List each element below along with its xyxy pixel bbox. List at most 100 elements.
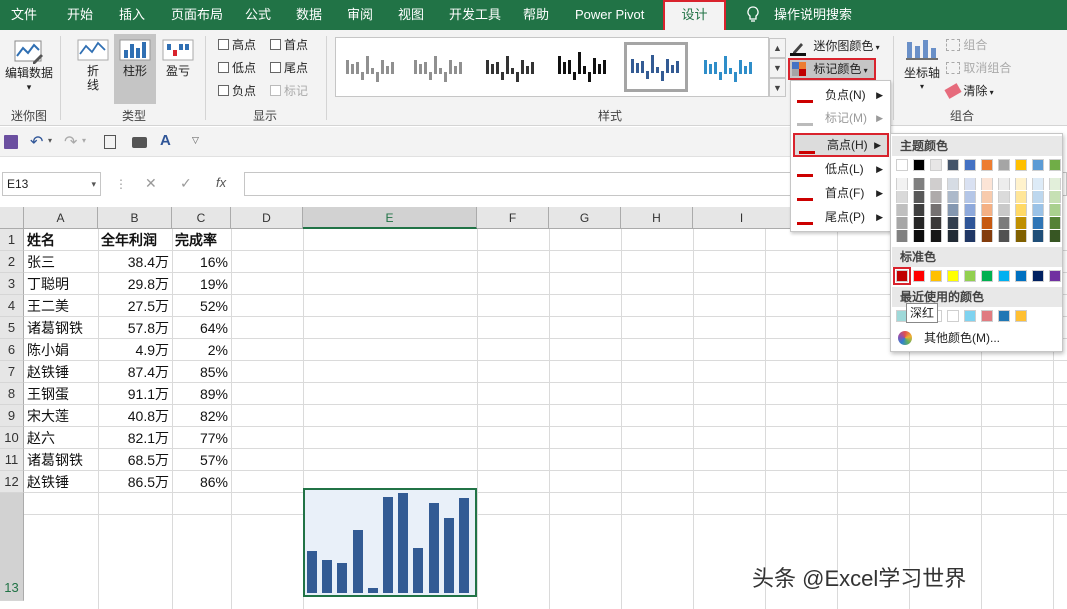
last-point-checkbox[interactable]: 尾点 (270, 60, 308, 76)
theme-color-swatch[interactable] (998, 159, 1010, 171)
data-cell-name[interactable]: 赵六 (24, 427, 98, 449)
theme-shade-swatch[interactable] (998, 217, 1010, 229)
column-header-h[interactable]: H (621, 207, 693, 229)
row-header-11[interactable]: 11 (0, 449, 24, 471)
theme-shade-swatch[interactable] (1032, 230, 1044, 242)
recent-color-swatch[interactable] (964, 310, 976, 322)
theme-shade-swatch[interactable] (1015, 191, 1027, 203)
clear-button[interactable]: 清除 ▾ (944, 82, 1016, 99)
theme-shade-swatch[interactable] (981, 217, 993, 229)
theme-shade-swatch[interactable] (1032, 178, 1044, 190)
data-cell-name[interactable]: 诸葛钢铁 (24, 449, 98, 471)
theme-shade-swatch[interactable] (913, 230, 925, 242)
theme-color-swatch[interactable] (913, 159, 925, 171)
undo-dropdown-icon[interactable]: ▾ (48, 136, 52, 145)
data-cell-completion[interactable]: 77% (172, 427, 231, 449)
select-all-corner[interactable] (0, 207, 24, 229)
standard-color-swatch[interactable] (981, 270, 993, 282)
theme-shade-swatch[interactable] (930, 178, 942, 190)
theme-shade-swatch[interactable] (964, 204, 976, 216)
row-header-3[interactable]: 3 (0, 273, 24, 295)
tab-data[interactable]: 数据 (296, 0, 322, 30)
standard-color-swatch[interactable] (947, 270, 959, 282)
theme-shade-swatch[interactable] (947, 178, 959, 190)
data-cell-completion[interactable]: 82% (172, 405, 231, 427)
theme-color-swatch[interactable] (947, 159, 959, 171)
tab-power-pivot[interactable]: Power Pivot (575, 0, 644, 30)
data-cell-name[interactable]: 宋大莲 (24, 405, 98, 427)
theme-shade-swatch[interactable] (1049, 191, 1061, 203)
data-cell-name[interactable]: 赵铁锤 (24, 361, 98, 383)
theme-color-swatch[interactable] (964, 159, 976, 171)
theme-shade-swatch[interactable] (896, 230, 908, 242)
row-header-12[interactable]: 12 (0, 471, 24, 493)
data-cell-profit[interactable]: 91.1万 (98, 383, 172, 405)
recent-color-swatch[interactable] (1015, 310, 1027, 322)
tab-page-layout[interactable]: 页面布局 (171, 0, 223, 30)
row-header-5[interactable]: 5 (0, 317, 24, 339)
group-button[interactable]: 组合 (946, 36, 1018, 52)
style-swatch-1[interactable] (340, 42, 404, 92)
sparkline-style-gallery[interactable] (335, 37, 769, 97)
theme-shade-swatch[interactable] (930, 230, 942, 242)
row-header-2[interactable]: 2 (0, 251, 24, 273)
data-cell-name[interactable]: 王钢蛋 (24, 383, 98, 405)
tab-view[interactable]: 视图 (398, 0, 424, 30)
row-header-7[interactable]: 7 (0, 361, 24, 383)
column-header-d[interactable]: D (231, 207, 303, 229)
data-cell-profit[interactable]: 38.4万 (98, 251, 172, 273)
tell-me-search[interactable]: 操作说明搜索 (774, 0, 852, 30)
theme-shade-swatch[interactable] (913, 217, 925, 229)
header-cell-name[interactable]: 姓名 (24, 229, 98, 251)
theme-color-swatch[interactable] (1015, 159, 1027, 171)
style-swatch-5-selected[interactable] (624, 42, 688, 92)
data-cell-completion[interactable]: 19% (172, 273, 231, 295)
standard-color-swatch[interactable] (1015, 270, 1027, 282)
theme-shade-swatch[interactable] (1049, 204, 1061, 216)
header-cell-completion[interactable]: 完成率 (172, 229, 231, 251)
high-point-checkbox[interactable]: 高点 (218, 37, 256, 53)
low-point-checkbox[interactable]: 低点 (218, 60, 256, 76)
standard-color-swatch[interactable] (930, 270, 942, 282)
theme-shade-swatch[interactable] (981, 204, 993, 216)
standard-color-swatch[interactable] (913, 270, 925, 282)
data-cell-completion[interactable]: 89% (172, 383, 231, 405)
data-cell-name[interactable]: 陈小娟 (24, 339, 98, 361)
standard-color-swatch[interactable] (1032, 270, 1044, 282)
data-cell-completion[interactable]: 64% (172, 317, 231, 339)
theme-shade-swatch[interactable] (981, 191, 993, 203)
theme-shade-swatch[interactable] (1015, 204, 1027, 216)
tab-home[interactable]: 开始 (67, 0, 93, 30)
data-cell-profit[interactable]: 86.5万 (98, 471, 172, 493)
data-cell-name[interactable]: 赵铁锤 (24, 471, 98, 493)
winloss-type-button[interactable]: 盈亏 (160, 38, 196, 78)
row-header-8[interactable]: 8 (0, 383, 24, 405)
theme-shade-swatch[interactable] (913, 178, 925, 190)
theme-shade-swatch[interactable] (947, 230, 959, 242)
data-cell-completion[interactable]: 52% (172, 295, 231, 317)
column-header-i[interactable]: I (693, 207, 790, 229)
row-header-1[interactable]: 1 (0, 229, 24, 251)
theme-shade-swatch[interactable] (1049, 217, 1061, 229)
theme-color-swatch[interactable] (930, 159, 942, 171)
theme-shade-swatch[interactable] (896, 178, 908, 190)
data-cell-profit[interactable]: 57.8万 (98, 317, 172, 339)
recent-color-swatch[interactable] (998, 310, 1010, 322)
style-swatch-3[interactable] (480, 42, 544, 92)
theme-shade-swatch[interactable] (998, 230, 1010, 242)
gallery-more[interactable]: ▼ (769, 78, 786, 97)
data-cell-completion[interactable]: 86% (172, 471, 231, 493)
theme-shade-swatch[interactable] (1049, 178, 1061, 190)
column-header-e[interactable]: E (303, 207, 477, 229)
menu-item-last[interactable]: 尾点(P) ▶ (793, 206, 889, 228)
row-header-6[interactable]: 6 (0, 339, 24, 361)
print-preview-icon[interactable] (104, 135, 116, 149)
theme-shade-swatch[interactable] (964, 178, 976, 190)
save-icon[interactable] (4, 135, 18, 149)
theme-shade-swatch[interactable] (964, 217, 976, 229)
theme-shade-swatch[interactable] (896, 217, 908, 229)
recent-color-swatch[interactable] (981, 310, 993, 322)
tab-developer[interactable]: 开发工具 (449, 0, 501, 30)
redo-dropdown-icon[interactable]: ▾ (82, 136, 86, 145)
theme-shade-swatch[interactable] (947, 204, 959, 216)
